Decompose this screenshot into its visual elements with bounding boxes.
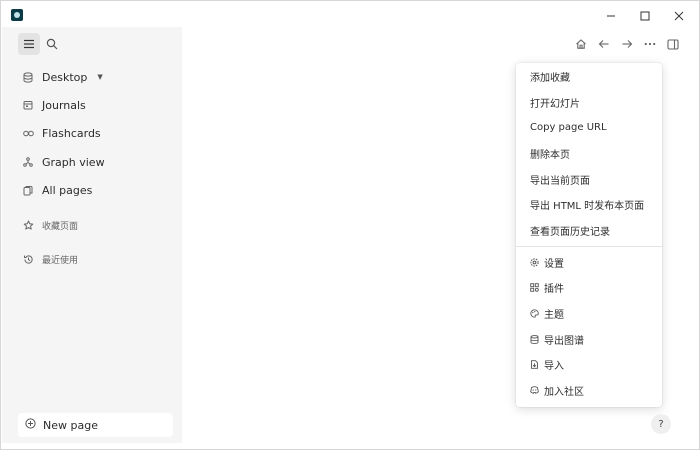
arrow-left-icon [598,40,609,48]
help-button[interactable]: ? [651,414,671,434]
menu-item-open-slideshow[interactable]: 打开幻灯片 [530,92,580,112]
menu-item-themes[interactable]: 主题 [530,303,564,323]
sidebar-panel-icon [667,38,679,50]
menu-item-label: 导出图谱 [544,335,584,347]
import-icon [530,359,539,369]
menu-item-label: 查看页面历史记录 [530,226,610,238]
menu-item-settings[interactable]: 设置 [530,252,564,272]
toggle-right-sidebar-button[interactable] [664,35,682,53]
sidebar-item-flashcards[interactable]: Flashcards [16,121,174,145]
title-bar [1,1,699,29]
sidebar-item-journals[interactable]: Journals [16,93,174,117]
more-options-button[interactable] [641,35,659,53]
search-icon [46,38,58,50]
star-icon [22,219,34,231]
menu-item-add-favorite[interactable]: 添加收藏 [530,66,570,86]
menu-item-label: Copy page URL [530,121,607,133]
discord-icon [530,386,539,395]
minimize-button[interactable] [599,5,623,27]
new-page-button[interactable]: New page [18,413,173,437]
infinity-icon [22,127,34,139]
chevron-down-icon: ▼ [97,73,103,81]
sidebar-item-label: Journals [42,98,86,112]
back-button[interactable] [595,35,613,53]
arrow-right-icon [622,40,633,48]
menu-item-import[interactable]: 导入 [530,354,564,374]
app-logo-icon [11,9,23,21]
menu-item-label: 导入 [544,360,564,372]
menu-item-export-page[interactable]: 导出当前页面 [530,169,590,189]
menu-item-label: 导出 HTML 时发布本页面 [530,200,645,212]
new-page-label: New page [43,418,98,432]
sidebar-item-label: Graph view [42,155,105,169]
menu-item-page-history[interactable]: 查看页面历史记录 [530,220,610,240]
menu-item-label: 插件 [544,283,564,295]
menu-item-label: 设置 [544,258,564,270]
page-options-menu: 添加收藏 打开幻灯片 Copy page URL 删除本页 导出当前页面 导出 … [516,63,662,407]
menu-item-copy-page-url[interactable]: Copy page URL [530,117,607,137]
sidebar-item-all-pages[interactable]: All pages [16,178,174,202]
sidebar-item-label: Desktop [42,70,88,84]
history-icon [22,253,34,265]
graph-icon [22,156,34,168]
menu-item-export-graph[interactable]: 导出图谱 [530,329,584,349]
gear-icon [530,257,539,267]
sidebar-item-graph-view[interactable]: Graph view [16,150,174,174]
menu-item-label: 加入社区 [544,386,584,398]
sidebar-section-recent[interactable]: 最近使用 [16,247,174,271]
menu-item-label: 删除本页 [530,149,570,161]
sidebar-item-label: Flashcards [42,126,101,140]
calendar-icon [22,99,34,111]
database-icon [22,71,34,83]
forward-button[interactable] [618,35,636,53]
sidebar-item-label: All pages [42,183,93,197]
menu-item-label: 打开幻灯片 [530,98,580,110]
home-icon [576,39,586,49]
close-window-button[interactable] [667,5,691,27]
menu-item-publish-html[interactable]: 导出 HTML 时发布本页面 [530,194,644,214]
recent-label: 最近使用 [42,255,79,266]
hamburger-icon [24,39,34,49]
export-graph-icon [530,334,539,344]
menu-item-label: 添加收藏 [530,72,570,84]
maximize-button[interactable] [633,5,657,27]
pages-icon [22,184,34,196]
menu-item-plugins[interactable]: 插件 [530,277,564,297]
menu-item-delete-page[interactable]: 删除本页 [530,143,570,163]
search-button[interactable] [41,33,63,55]
sidebar-toggle-button[interactable] [18,33,40,55]
menu-item-label: 主题 [544,309,564,321]
ellipsis-icon [644,42,656,46]
plus-circle-icon [25,418,36,432]
left-sidebar: Desktop ▼ Journals Flashcards Graph view [2,27,182,443]
plugins-icon [530,282,539,292]
sidebar-section-favorites[interactable]: 收藏页面 [16,213,174,237]
home-button[interactable] [572,35,590,53]
favorites-label: 收藏页面 [42,221,79,232]
menu-item-join-community[interactable]: 加入社区 [530,380,584,400]
menu-divider [516,246,662,247]
sidebar-item-desktop[interactable]: Desktop ▼ [16,65,174,89]
app-window: Desktop ▼ Journals Flashcards Graph view [0,0,700,450]
palette-icon [530,308,539,318]
menu-item-label: 导出当前页面 [530,175,590,187]
